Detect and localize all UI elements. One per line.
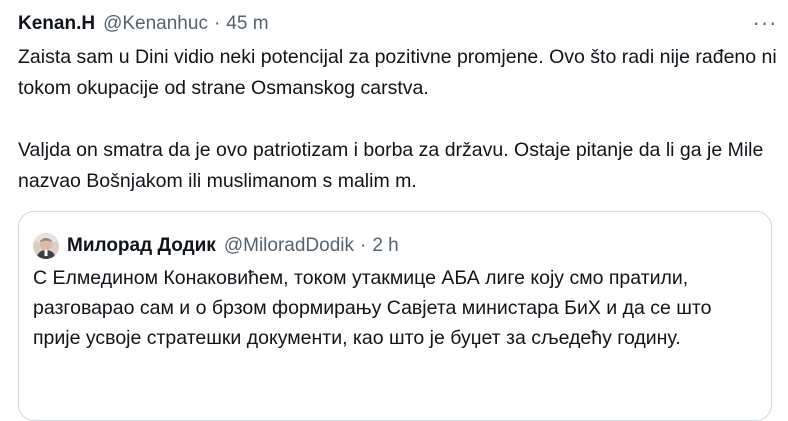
avatar[interactable]: [33, 233, 59, 259]
quoted-tweet-timestamp[interactable]: 2 h: [372, 232, 398, 260]
quoted-author-handle[interactable]: @MiloradDodik: [224, 232, 354, 260]
tweet-paragraph: Valjda on smatra da je ovo patriotizam i…: [18, 139, 764, 192]
quoted-tweet[interactable]: Милорад Додик @MiloradDodik · 2 h С Елме…: [18, 211, 772, 421]
author-name[interactable]: Kenan.H: [18, 9, 95, 39]
more-options-button[interactable]: ···: [748, 8, 782, 38]
tweet-header: Kenan.H @Kenanhuc · 45 m: [18, 9, 768, 39]
quoted-tweet-header: Милорад Додик @MiloradDodik · 2 h: [33, 232, 399, 260]
tweet-text: Zaista sam u Dini vidio neki potencijal …: [18, 42, 778, 197]
separator-dot: ·: [360, 235, 367, 256]
separator-dot: ·: [213, 13, 221, 34]
author-handle[interactable]: @Kenanhuc: [103, 9, 208, 39]
avatar-image: [33, 233, 59, 259]
tweet-paragraph: Zaista sam u Dini vidio neki potencijal …: [18, 46, 777, 99]
tweet-timestamp[interactable]: 45 m: [226, 9, 268, 39]
quoted-author-name[interactable]: Милорад Додик: [67, 232, 216, 260]
tweet[interactable]: Kenan.H @Kenanhuc · 45 m ··· Zaista sam …: [0, 0, 788, 421]
quoted-tweet-text: С Елмедином Конаковићем, током утакмице …: [33, 267, 712, 349]
more-horizontal-icon: ···: [752, 10, 778, 35]
